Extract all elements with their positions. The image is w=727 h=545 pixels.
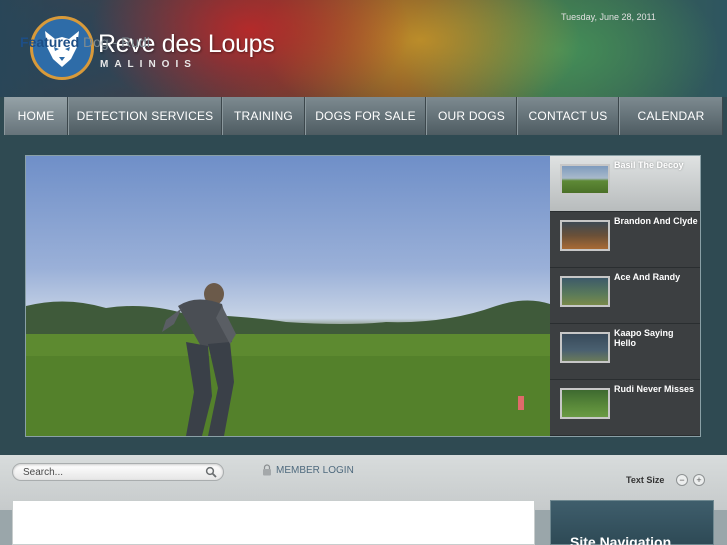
slide-main-photo[interactable] [26, 156, 550, 436]
nav-item-our-dogs[interactable]: OUR DOGS [426, 97, 517, 135]
nav-item-training[interactable]: TRAINING [222, 97, 305, 135]
slide-thumb-item[interactable]: Kaapo Saying Hello [550, 324, 700, 380]
featured-dog-heading: Featured Dog - Rudi [20, 34, 150, 50]
nav-item-detection-services[interactable]: DETECTION SERVICES [68, 97, 222, 135]
slide-thumb-title: Ace And Randy [614, 272, 681, 282]
nav-item-home[interactable]: HOME [4, 97, 68, 135]
text-size-increase-button[interactable]: + [693, 474, 705, 486]
nav-item-contact-us[interactable]: CONTACT US [517, 97, 619, 135]
site-subtitle: MALINOIS [100, 59, 197, 70]
slide-thumb-image [560, 220, 610, 251]
slide-thumb-item[interactable]: Rudi Never Misses [550, 380, 700, 436]
nav-item-dogs-for-sale[interactable]: DOGS FOR SALE [305, 97, 426, 135]
search-icon[interactable] [205, 466, 217, 478]
slide-thumb-title: Kaapo Saying Hello [614, 328, 674, 348]
search-box [12, 463, 224, 481]
member-login-link[interactable]: MEMBER LOGIN [276, 465, 354, 476]
slide-thumbnail-list: Basil The Decoy Brandon And Clyde Ace An… [550, 156, 700, 436]
featured-heading-rest: Dog - Rudi [83, 34, 150, 50]
site-navigation-panel: Site Navigation [550, 500, 714, 545]
slide-thumb-item[interactable]: Brandon And Clyde [550, 212, 700, 268]
slide-thumb-image [560, 164, 610, 195]
field-scene-image [26, 283, 550, 436]
featured-slideshow: Basil The Decoy Brandon And Clyde Ace An… [25, 155, 701, 437]
featured-heading-strong: Featured [20, 34, 80, 50]
nav-item-calendar[interactable]: CALENDAR [619, 97, 723, 135]
slide-thumb-title: Rudi Never Misses [614, 384, 695, 394]
featured-dog-panel [12, 500, 535, 545]
text-size-decrease-button[interactable]: − [676, 474, 688, 486]
lock-icon [263, 464, 271, 476]
search-input[interactable] [23, 465, 203, 479]
slide-thumb-image [560, 388, 610, 419]
slide-thumb-title: Basil The Decoy [614, 160, 684, 170]
slide-thumb-image [560, 276, 610, 307]
text-size-label: Text Size [626, 475, 665, 485]
site-navigation-heading: Site Navigation [570, 534, 672, 545]
slide-thumb-item[interactable]: Ace And Randy [550, 268, 700, 324]
slide-thumb-image [560, 332, 610, 363]
current-date: Tuesday, June 28, 2011 [561, 12, 656, 22]
main-nav: HOME DETECTION SERVICES TRAINING DOGS FO… [4, 97, 723, 135]
slide-thumb-item[interactable]: Basil The Decoy [550, 156, 700, 212]
slide-thumb-title: Brandon And Clyde [614, 216, 698, 226]
